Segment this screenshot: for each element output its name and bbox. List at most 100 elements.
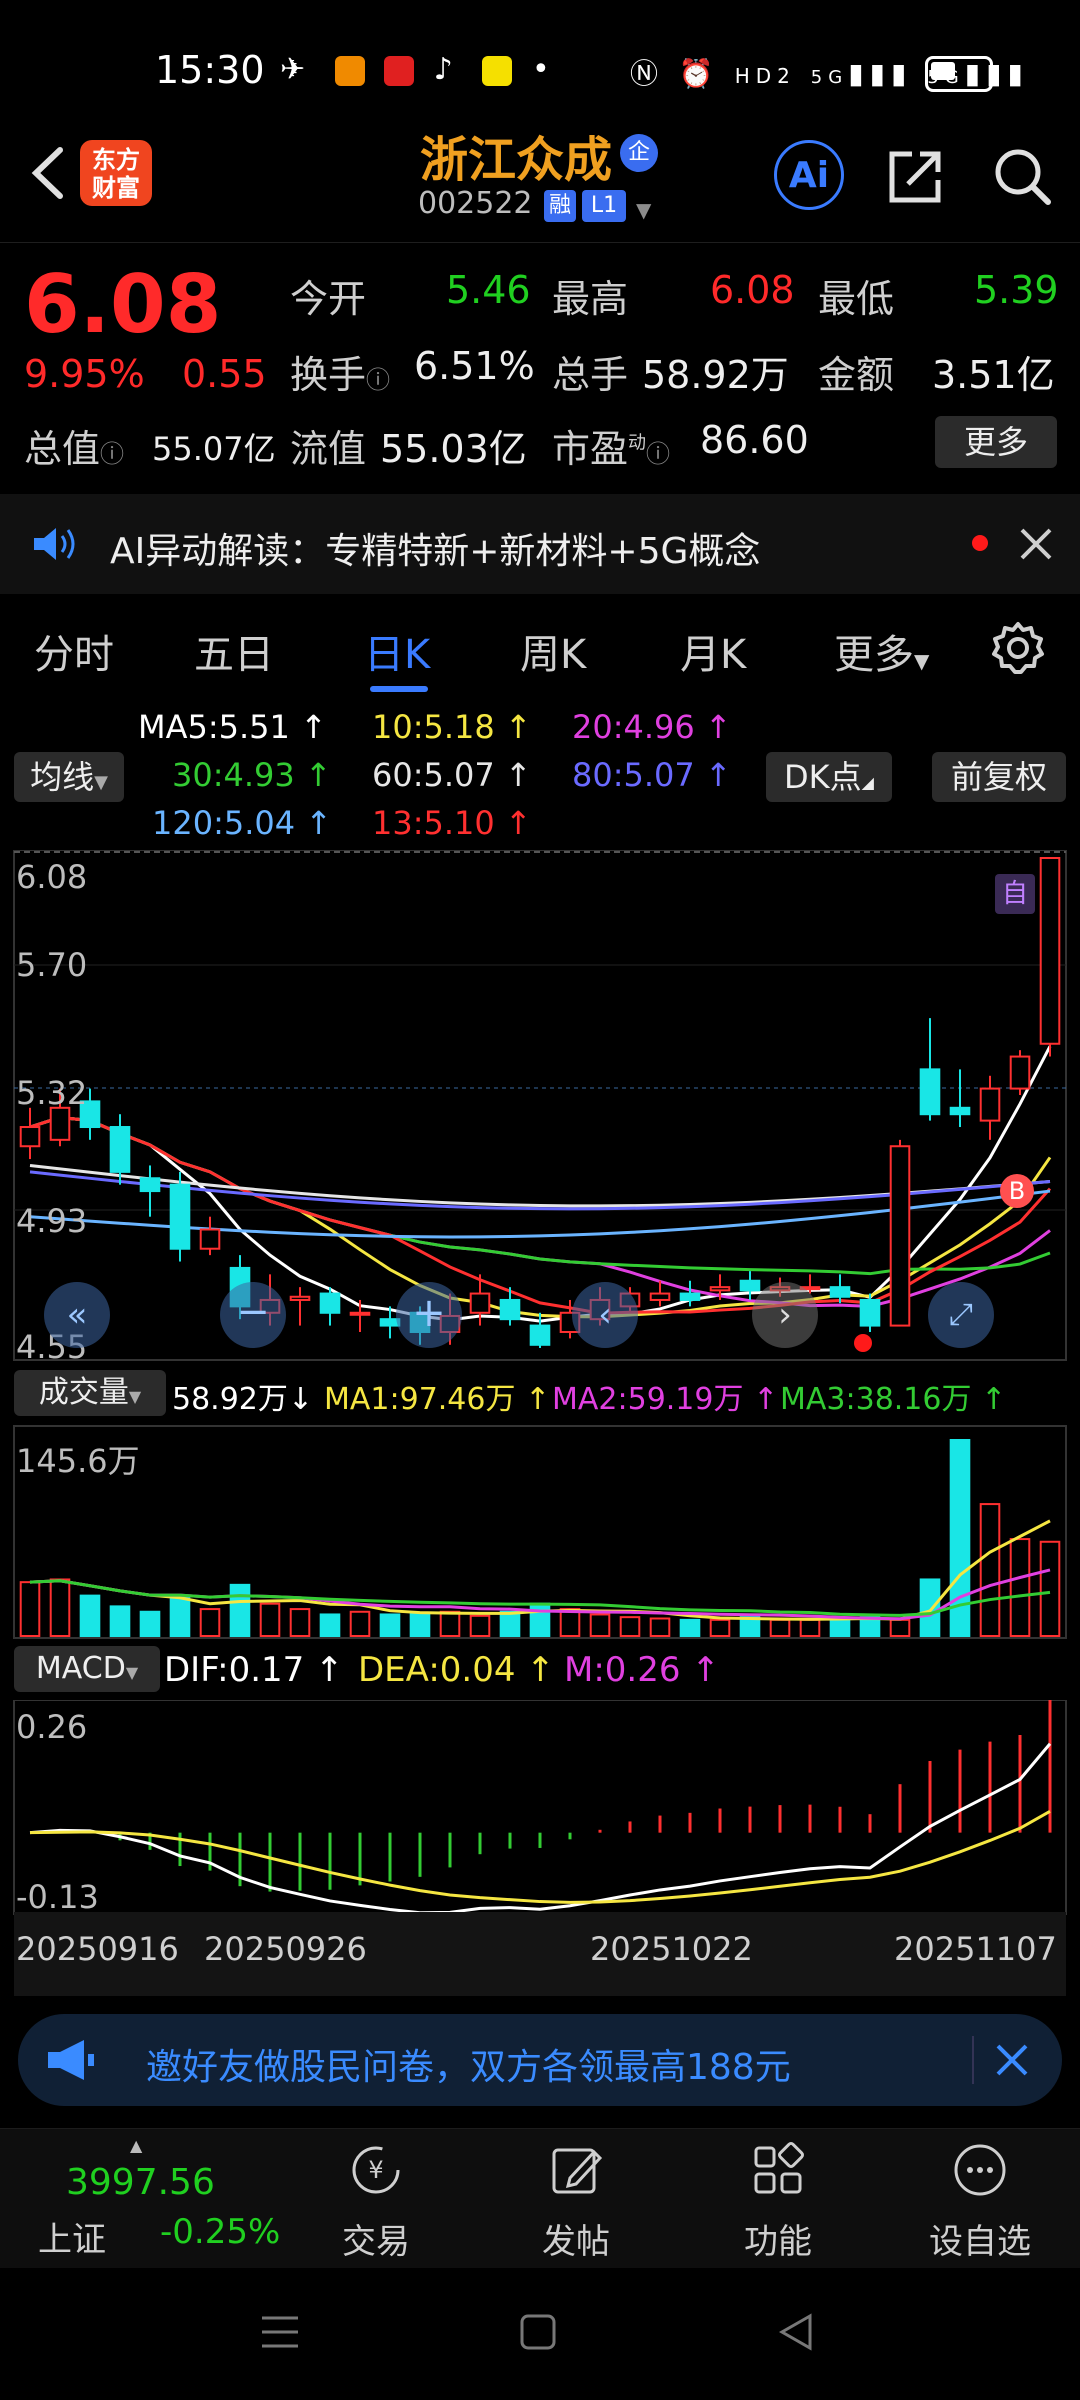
nav-trade[interactable]: ¥ 交易 (316, 2140, 436, 2263)
macd-chart[interactable] (0, 1700, 1080, 1916)
volume-bar (1009, 1538, 1031, 1637)
close-icon[interactable] (990, 2038, 1034, 2082)
candle (709, 1286, 731, 1292)
chart-frame (13, 1700, 1067, 1915)
scroll-left-icon[interactable]: ‹ (572, 1282, 638, 1348)
caret-down-icon: ▼ (914, 649, 930, 673)
share-icon[interactable] (884, 144, 948, 208)
nav-functions[interactable]: 功能 (718, 2140, 838, 2263)
stock-code: 002522 (418, 186, 533, 221)
scroll-right-icon[interactable]: › (752, 1282, 818, 1348)
candle (739, 1279, 761, 1292)
stock-name: 浙江众成 (420, 132, 613, 188)
volume-bar (589, 1613, 611, 1637)
change-percent: 9.95% (24, 352, 145, 396)
candlestick-chart[interactable] (0, 850, 1080, 1362)
volume-bar (439, 1610, 461, 1637)
fullscreen-icon[interactable]: ⤢ (928, 1282, 994, 1348)
index-value[interactable]: 3997.56 (66, 2162, 215, 2203)
buy-marker[interactable]: B (1000, 1174, 1034, 1208)
trade-icon: ¥ (352, 2146, 400, 2194)
zoom-in-icon[interactable]: + (396, 1282, 462, 1348)
nav-post[interactable]: 发帖 (516, 2140, 636, 2263)
speaker-icon (34, 528, 75, 560)
volume-selector[interactable]: 成交量▼ (14, 1370, 166, 1416)
index-name[interactable]: 上证 (38, 2212, 106, 2261)
caret-up-icon: ▲ (130, 2136, 143, 2155)
macd-selector[interactable]: MACD▼ (14, 1646, 160, 1692)
amount-value: 3.51亿 (932, 353, 1055, 397)
tab-daily-k[interactable]: 日K (364, 622, 430, 680)
corner-caret-icon: ◢ (861, 773, 874, 792)
macd-bars (58, 1700, 1052, 1892)
high-label: 最高 (552, 277, 629, 321)
amount-label: 金额 (818, 353, 895, 397)
candles (19, 857, 1061, 1348)
margin-badge: 融 (544, 190, 576, 222)
tab-five-day[interactable]: 五日 (194, 622, 274, 680)
nav-add-watchlist[interactable]: 设自选 (920, 2140, 1040, 2263)
menu-icon[interactable] (258, 2312, 302, 2352)
volume-axis-top: 145.6万 (16, 1442, 140, 1480)
info-icon: ⓘ (646, 440, 671, 468)
ma10-legend: 10:5.18 ↑ (372, 708, 532, 746)
volume-bar (229, 1583, 251, 1638)
volume-bar (409, 1612, 431, 1638)
adjust-button[interactable]: 前复权 (932, 752, 1066, 802)
volume-bar (889, 1618, 911, 1638)
search-icon[interactable] (990, 144, 1054, 208)
level-badge[interactable]: L1 (582, 190, 626, 222)
nfc-icon: Ⓝ (630, 57, 665, 90)
more-button[interactable]: 更多 (935, 416, 1057, 468)
candle (169, 1183, 191, 1250)
candle (919, 1068, 941, 1116)
grid-icon (754, 2142, 804, 2194)
caret-down-icon: ▼ (128, 1387, 142, 1406)
candle (289, 1295, 311, 1301)
ai-banner-text[interactable]: AI异动解读：专精特新+新材料+5G概念 (110, 522, 760, 574)
volume-bar (169, 1594, 191, 1638)
volume-value: 58.92万↓ (172, 1382, 314, 1417)
volume-chart[interactable] (0, 1424, 1080, 1640)
ma120-legend: 120:5.04 ↑ (152, 804, 333, 842)
ai-button[interactable]: Ai (774, 140, 844, 210)
volume-bar (649, 1617, 671, 1637)
self-select-marker[interactable]: 自 (995, 874, 1035, 914)
price-axis-label: 4.93 (16, 1202, 88, 1240)
battery-icon (925, 56, 993, 92)
home-icon[interactable] (518, 2312, 558, 2352)
date-label: 20250926 (204, 1930, 367, 1968)
nav-label: 功能 (744, 2222, 812, 2262)
tab-intraday[interactable]: 分时 (34, 622, 114, 680)
change-amount: 0.55 (182, 352, 267, 396)
index-change[interactable]: -0.25% (160, 2212, 280, 2252)
volume-bars (19, 1439, 1061, 1638)
volume-bar (529, 1602, 551, 1637)
tab-more[interactable]: 更多▼ (834, 622, 929, 680)
back-nav-icon[interactable] (776, 2312, 816, 2352)
ma30-legend: 30:4.93 ↑ (172, 756, 332, 794)
back-icon[interactable] (20, 138, 76, 208)
close-icon[interactable] (1016, 524, 1056, 564)
ma-selector[interactable]: 均线▼ (14, 752, 124, 802)
ma80-legend: 80:5.07 ↑ (572, 756, 732, 794)
volume-bar (139, 1610, 161, 1637)
zoom-out-icon[interactable]: − (220, 1282, 286, 1348)
logo-text: 东方 (92, 146, 140, 174)
vol-ma1-legend: MA1:97.46万 ↑ (324, 1382, 551, 1417)
caret-down-icon[interactable]: ▼ (636, 198, 651, 222)
ma60-legend: 60:5.07 ↑ (372, 756, 532, 794)
scroll-left-far-icon[interactable]: « (44, 1282, 110, 1348)
gear-icon[interactable] (990, 620, 1046, 676)
tab-monthly-k[interactable]: 月K (680, 622, 746, 680)
candle (889, 1145, 911, 1327)
svg-text:¥: ¥ (368, 2156, 383, 2184)
invite-text[interactable]: 邀好友做股民问卷，双方各领最高188元 (146, 2038, 791, 2090)
dk-point-button[interactable]: DK点◢ (766, 752, 892, 802)
tab-weekly-k[interactable]: 周K (520, 622, 586, 680)
price-axis-label: 5.32 (16, 1074, 88, 1112)
date-label: 20251107 (894, 1930, 1057, 1968)
candle (1039, 857, 1061, 1045)
m-legend: M:0.26 ↑ (564, 1650, 720, 1690)
volume-bar (379, 1613, 401, 1637)
